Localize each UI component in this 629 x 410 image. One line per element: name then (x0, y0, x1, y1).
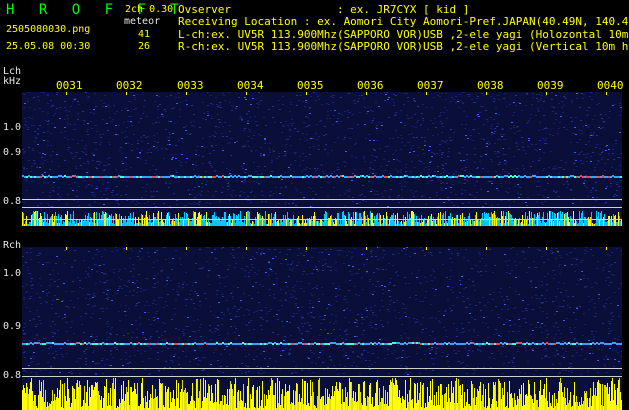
lch-separator-line (22, 199, 622, 200)
mode-label: 2ch 0.30 (125, 4, 174, 15)
rch-separator-line (22, 376, 622, 377)
time-tick-label: 0036 (357, 79, 384, 92)
lch-meteor-count: 41 (138, 29, 151, 40)
time-tick-label: 0040 (597, 79, 624, 92)
rch-spectrogram-svg (22, 247, 622, 410)
lch-freq-tick: 0.8 (3, 196, 22, 207)
hroft-display: H R O F F T 2505080030.png 25.05.08 00:3… (0, 0, 629, 410)
rch-separator-line (22, 368, 622, 369)
rch-freq-tick: 1.0 (3, 268, 22, 279)
khz-axis-label: kHz (3, 76, 22, 87)
lch-spectrogram-svg (22, 92, 622, 226)
location-line: Receiving Location : ex. Aomori City Aom… (178, 15, 629, 28)
time-tick-label: 0039 (537, 79, 564, 92)
time-tick-label: 0031 (56, 79, 83, 92)
time-tick-label: 0034 (237, 79, 264, 92)
rch-info-line: R-ch:ex. UV5R 113.900Mhz(SAPPORO VOR)USB… (178, 40, 629, 53)
rch-spectrogram (22, 247, 622, 410)
time-tick-label: 0033 (177, 79, 204, 92)
rch-freq-tick: 0.8 (3, 370, 22, 381)
rch-axis-label: Rch (3, 240, 22, 251)
lch-spectrogram (22, 92, 622, 226)
rch-meteor-count: 26 (138, 41, 151, 52)
time-tick-label: 0032 (116, 79, 143, 92)
rch-freq-tick: 0.9 (3, 321, 22, 332)
spectrogram-background (22, 92, 622, 226)
time-tick-label: 0038 (477, 79, 504, 92)
lch-separator-line (22, 207, 622, 208)
meteor-label: meteor (124, 16, 161, 27)
filename-label: 2505080030.png (6, 24, 91, 35)
lch-freq-tick: 0.9 (3, 147, 22, 158)
lch-separator-line (22, 219, 622, 220)
time-tick-label: 0037 (417, 79, 444, 92)
lch-freq-tick: 1.0 (3, 122, 22, 133)
datetime-label: 25.05.08 00:30 (6, 41, 91, 52)
time-tick-label: 0035 (297, 79, 324, 92)
